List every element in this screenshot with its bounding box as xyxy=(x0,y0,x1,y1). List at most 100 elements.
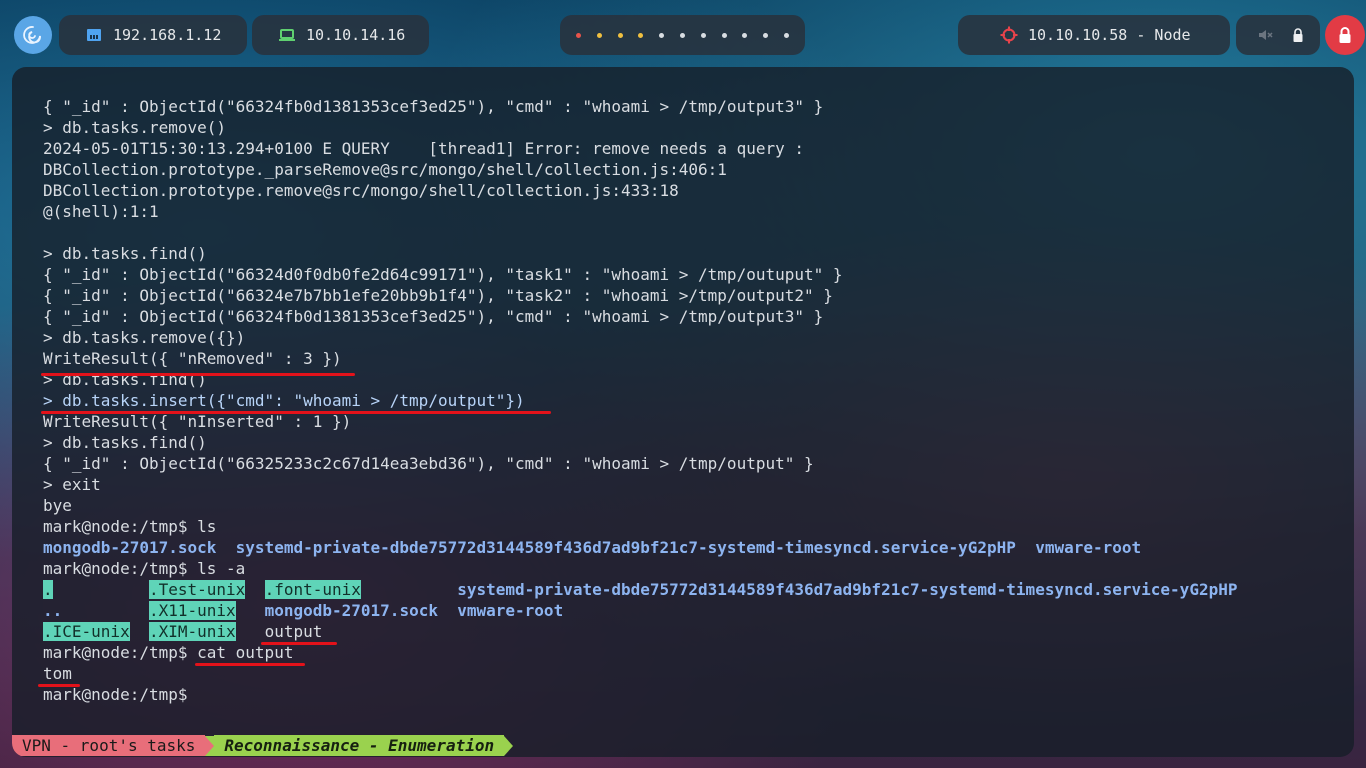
terminal-text: vmware-root xyxy=(457,601,564,620)
terminal-line: WriteResult({ "nInserted" : 1 }) xyxy=(43,411,1237,432)
terminal-line: DBCollection.prototype._parseRemove@src/… xyxy=(43,159,1237,180)
debian-launcher-button[interactable] xyxy=(14,16,52,54)
terminal-text: mark@node:/tmp$ ls -a xyxy=(43,559,246,578)
terminal-text: mark@node:/tmp$ xyxy=(43,685,198,704)
annotation-underline-insert xyxy=(41,411,551,414)
lock-power-button[interactable] xyxy=(1325,15,1365,55)
annotation-underline-tom xyxy=(38,684,80,687)
terminal-text: { "_id" : ObjectId("66324fb0d1381353cef3… xyxy=(43,97,824,116)
terminal-text: systemd-private-dbde75772d3144589f436d7a… xyxy=(457,580,1238,599)
terminal-text: { "_id" : ObjectId("66324e7b7bb1efe20bb9… xyxy=(43,286,833,305)
terminal-line: mark@node:/tmp$ ls -a xyxy=(43,558,1237,579)
terminal-text: mongodb-27017.sock xyxy=(264,601,438,620)
terminal-line: tom xyxy=(43,663,1237,684)
lan-ip-text: 192.168.1.12 xyxy=(113,26,222,44)
terminal-text: > exit xyxy=(43,475,101,494)
lock-power-icon xyxy=(1339,27,1351,43)
terminal-window[interactable]: { "_id" : ObjectId("66324fb0d1381353cef3… xyxy=(12,67,1354,757)
terminal-line: > db.tasks.find() xyxy=(43,243,1237,264)
terminal-text: { "_id" : ObjectId("66325233c2c67d14ea3e… xyxy=(43,454,814,473)
terminal-text: > db.tasks.remove() xyxy=(43,118,227,137)
terminal-line: { "_id" : ObjectId("66324d0f0db0fe2d64c9… xyxy=(43,264,1237,285)
status-end-arrow xyxy=(504,735,514,756)
target-widget[interactable]: 10.10.10.58 - Node xyxy=(958,15,1230,55)
terminal-line: > db.tasks.insert({"cmd": "whoami > /tmp… xyxy=(43,390,1237,411)
terminal-text: vmware-root xyxy=(1035,538,1142,557)
terminal-line: mark@node:/tmp$ xyxy=(43,684,1237,705)
terminal-line: .. .X11-unix mongodb-27017.sock vmware-r… xyxy=(43,600,1237,621)
workspace-dot[interactable] xyxy=(721,32,727,38)
workspace-dot[interactable] xyxy=(742,32,748,38)
terminal-line: 2024-05-01T15:30:13.294+0100 E QUERY [th… xyxy=(43,138,1237,159)
speaker-muted-icon[interactable] xyxy=(1257,27,1273,43)
annotation-underline-nremoved xyxy=(41,373,355,376)
lan-ip-widget[interactable]: 192.168.1.12 xyxy=(59,15,247,55)
terminal-line: > db.tasks.remove() xyxy=(43,117,1237,138)
terminal-line: > db.tasks.remove({}) xyxy=(43,327,1237,348)
terminal-text: .ICE-unix xyxy=(43,622,130,641)
terminal-text: .font-unix xyxy=(264,580,361,599)
laptop-icon xyxy=(279,29,295,41)
terminal-line: { "_id" : ObjectId("66324fb0d1381353cef3… xyxy=(43,306,1237,327)
terminal-text: > db.tasks.find() xyxy=(43,244,207,263)
terminal-line: . .Test-unix .font-unix systemd-private-… xyxy=(43,579,1237,600)
crosshair-icon xyxy=(1000,26,1018,44)
workspace-dot[interactable] xyxy=(617,32,623,38)
terminal-text: WriteResult({ "nInserted" : 1 }) xyxy=(43,412,352,431)
terminal-line: mongodb-27017.sock systemd-private-dbde7… xyxy=(43,537,1237,558)
system-tray xyxy=(1236,15,1320,55)
workspace-dot[interactable] xyxy=(596,32,602,38)
tmux-status-line: VPN - root's tasks Reconnaissance - Enum… xyxy=(12,735,514,756)
terminal-text: systemd-private-dbde75772d3144589f436d7a… xyxy=(235,538,1016,557)
terminal-line: > exit xyxy=(43,474,1237,495)
terminal-line: { "_id" : ObjectId("66324e7b7bb1efe20bb9… xyxy=(43,285,1237,306)
terminal-text: mark@node:/tmp$ ls xyxy=(43,517,217,536)
terminal-text: .. xyxy=(43,601,63,620)
terminal-text: . xyxy=(43,580,53,599)
terminal-text: mark@node:/tmp$ cat output xyxy=(43,643,294,662)
target-text: 10.10.10.58 - Node xyxy=(1028,26,1191,44)
terminal-text: .X11-unix xyxy=(148,601,236,620)
workspace-dot[interactable] xyxy=(679,32,685,38)
terminal-text: 2024-05-01T15:30:13.294+0100 E QUERY [th… xyxy=(43,139,804,158)
terminal-text: output xyxy=(264,622,323,641)
terminal-line: DBCollection.prototype.remove@src/mongo/… xyxy=(43,180,1237,201)
workspace-dot[interactable] xyxy=(575,32,581,38)
workspace-dot[interactable] xyxy=(659,32,665,38)
terminal-text: DBCollection.prototype._parseRemove@src/… xyxy=(43,160,727,179)
terminal-line: bye xyxy=(43,495,1237,516)
terminal-text: { "_id" : ObjectId("66324d0f0db0fe2d64c9… xyxy=(43,265,843,284)
workspace-dot[interactable] xyxy=(784,32,790,38)
lock-icon[interactable] xyxy=(1291,27,1305,43)
terminal-line: { "_id" : ObjectId("66325233c2c67d14ea3e… xyxy=(43,453,1237,474)
terminal-text: DBCollection.prototype.remove@src/mongo/… xyxy=(43,181,679,200)
terminal-text: bye xyxy=(43,496,72,515)
top-bar: 192.168.1.12 10.10.14.16 10.10.10.58 - N… xyxy=(0,0,1366,68)
ethernet-icon xyxy=(87,29,101,41)
terminal-text: @(shell):1:1 xyxy=(43,202,159,221)
annotation-underline-output xyxy=(261,642,337,645)
terminal-line: { "_id" : ObjectId("66324fb0d1381353cef3… xyxy=(43,96,1237,117)
terminal-line: @(shell):1:1 xyxy=(43,201,1237,222)
terminal-text: WriteResult({ "nRemoved" : 3 }) xyxy=(43,349,342,368)
workspace-dot[interactable] xyxy=(700,32,706,38)
workspace-dot[interactable] xyxy=(638,32,644,38)
terminal-text: .XIM-unix xyxy=(148,622,236,641)
workspace-dot[interactable] xyxy=(763,32,769,38)
status-session-label: VPN - root's tasks xyxy=(12,735,206,756)
annotation-underline-cat xyxy=(195,663,305,666)
vpn-ip-widget[interactable]: 10.10.14.16 xyxy=(252,15,429,55)
workspace-indicator[interactable] xyxy=(560,15,805,55)
debian-swirl-icon xyxy=(23,26,41,44)
terminal-line: > db.tasks.find() xyxy=(43,432,1237,453)
terminal-text: > db.tasks.find() xyxy=(43,433,207,452)
